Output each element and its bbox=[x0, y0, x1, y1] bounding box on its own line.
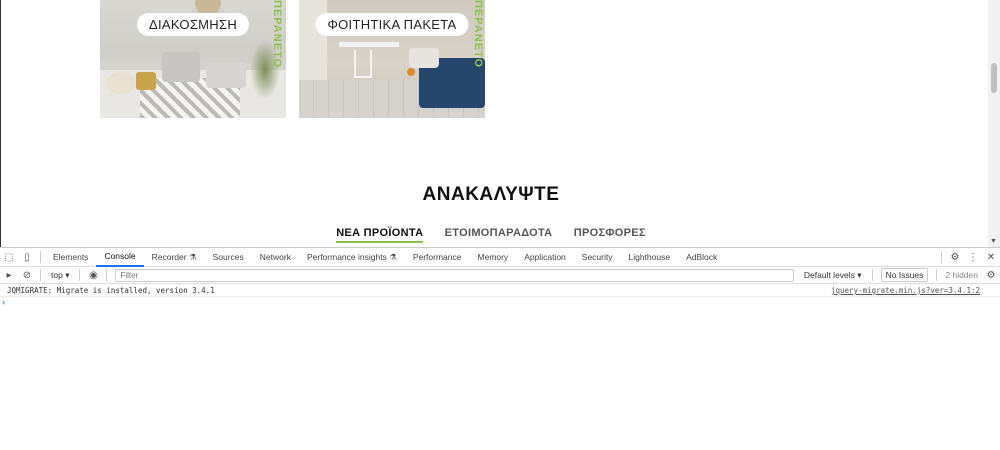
console-prompt-caret-icon[interactable]: › bbox=[0, 297, 1000, 307]
scrollbar-thumb[interactable] bbox=[991, 63, 997, 93]
devtools-panel: ⬚ ▯ Elements Console Recorder ⚗ Sources … bbox=[0, 247, 1000, 450]
brand-vertical-text: ΠΕΡΑΝΕΤΟ bbox=[472, 0, 484, 69]
devtools-tab-performance[interactable]: Performance bbox=[405, 248, 470, 266]
curtain-shape bbox=[299, 0, 327, 80]
devtools-tab-network[interactable]: Network bbox=[252, 248, 299, 266]
console-settings-gear-icon[interactable]: ⚙ bbox=[982, 270, 1000, 281]
desk-shape bbox=[339, 42, 399, 47]
separator bbox=[40, 251, 41, 263]
tab-ready-made[interactable]: ΕΤΟΙΜΟΠΑΡΑΔΟΤΑ bbox=[445, 227, 553, 241]
console-message-text: JQMIGRATE: Migrate is installed, version… bbox=[7, 286, 215, 295]
page-scrollbar[interactable]: ▼ bbox=[988, 0, 1000, 247]
devtools-tab-performance-insights[interactable]: Performance insights ⚗ bbox=[299, 248, 405, 266]
console-message: JQMIGRATE: Migrate is installed, version… bbox=[0, 285, 1000, 297]
separator bbox=[871, 269, 873, 281]
close-icon[interactable]: ✕ bbox=[982, 252, 1000, 263]
devtools-tab-elements[interactable]: Elements bbox=[45, 248, 96, 266]
devtools-tab-adblock[interactable]: AdBlock bbox=[678, 248, 725, 266]
devtools-tab-bar: ⬚ ▯ Elements Console Recorder ⚗ Sources … bbox=[0, 248, 1000, 267]
settings-gear-icon[interactable]: ⚙ bbox=[946, 252, 964, 263]
devtools-actions: ⚙ ⋮ ✕ bbox=[937, 248, 1000, 266]
chair-shape bbox=[354, 50, 372, 78]
scroll-down-arrow-icon[interactable]: ▼ bbox=[990, 238, 997, 245]
separator bbox=[106, 269, 108, 281]
live-expression-eye-icon[interactable]: ◉ bbox=[84, 270, 102, 281]
device-toolbar-icon[interactable]: ▯ bbox=[18, 252, 36, 263]
candle-shape bbox=[136, 72, 156, 90]
sidebar-toggle-icon[interactable]: ▸ bbox=[0, 270, 18, 281]
brand-vertical-text: ΠΕΡΑΝΕΤΟ bbox=[271, 0, 283, 69]
flask-icon: ⚗ bbox=[389, 252, 397, 262]
flask-icon: ⚗ bbox=[188, 252, 197, 262]
tab-offers[interactable]: ΠΡΟΣΦΟΡΕΣ bbox=[574, 227, 646, 241]
chevron-down-icon: ▾ bbox=[65, 269, 70, 280]
devtools-tab-sources[interactable]: Sources bbox=[205, 248, 252, 266]
context-value: top bbox=[51, 270, 63, 280]
console-message-source-link[interactable]: jquery-migrate.min.js?ver=3.4.1:2 bbox=[831, 286, 1000, 295]
issues-button[interactable]: No Issues bbox=[880, 268, 929, 282]
separator bbox=[79, 269, 81, 281]
page-viewport: ΔΙΑΚΟΣΜΗΣΗ ΠΕΡΑΝΕΤΟ ΦΟΙΤΗΤΙΚΑ ΠΑΚΕΤΑ ΠΕΡ… bbox=[0, 0, 1000, 247]
pillow-shape bbox=[206, 62, 246, 88]
chevron-down-icon: ▾ bbox=[857, 269, 862, 280]
category-card-decoration[interactable]: ΔΙΑΚΟΣΜΗΣΗ ΠΕΡΑΝΕΤΟ bbox=[100, 0, 286, 118]
more-options-icon[interactable]: ⋮ bbox=[964, 252, 982, 263]
tab-label: Performance insights bbox=[306, 252, 387, 262]
devtools-tab-lighthouse[interactable]: Lighthouse bbox=[621, 248, 679, 266]
section-title: ΑΝΑΚΑΛΥΨΤΕ bbox=[422, 184, 560, 205]
context-selector[interactable]: top ▾ bbox=[45, 270, 75, 281]
pumpkin-shape bbox=[106, 72, 136, 94]
levels-label: Default levels bbox=[803, 269, 855, 280]
card-label[interactable]: ΔΙΑΚΟΣΜΗΣΗ bbox=[136, 13, 250, 36]
devtools-tab-console[interactable]: Console bbox=[96, 247, 144, 267]
separator bbox=[936, 269, 938, 281]
console-filter-bar: ▸ ⊘ top ▾ ◉ Filter Default levels ▾ No I… bbox=[0, 267, 1000, 284]
clear-console-icon[interactable]: ⊘ bbox=[18, 270, 36, 281]
card-label[interactable]: ΦΟΙΤΗΤΙΚΑ ΠΑΚΕΤΑ bbox=[315, 13, 469, 36]
pillow-shape bbox=[162, 52, 200, 82]
log-levels-dropdown[interactable]: Default levels ▾ bbox=[798, 270, 868, 281]
hidden-messages-count: 2 hidden bbox=[945, 270, 978, 280]
devtools-tab-memory[interactable]: Memory bbox=[469, 248, 516, 266]
console-filter-input[interactable]: Filter bbox=[115, 268, 794, 282]
lamp-light-shape bbox=[407, 68, 415, 76]
devtools-tab-recorder[interactable]: Recorder ⚗ bbox=[144, 248, 205, 266]
inspect-element-icon[interactable]: ⬚ bbox=[0, 252, 18, 263]
product-tabs: ΝΕΑ ΠΡΟΪΟΝΤΑ ΕΤΟΙΜΟΠΑΡΑΔΟΤΑ ΠΡΟΣΦΟΡΕΣ bbox=[1, 227, 981, 243]
devtools-tab-security[interactable]: Security bbox=[574, 248, 621, 266]
separator bbox=[40, 269, 41, 281]
pillow-shape bbox=[409, 48, 439, 68]
devtools-tab-application[interactable]: Application bbox=[516, 248, 574, 266]
category-card-student-packages[interactable]: ΦΟΙΤΗΤΙΚΑ ΠΑΚΕΤΑ ΠΕΡΑΝΕΤΟ bbox=[299, 0, 485, 118]
tab-new-products[interactable]: ΝΕΑ ΠΡΟΪΟΝΤΑ bbox=[336, 227, 424, 243]
tab-label: Recorder bbox=[151, 252, 187, 262]
separator bbox=[941, 251, 942, 263]
